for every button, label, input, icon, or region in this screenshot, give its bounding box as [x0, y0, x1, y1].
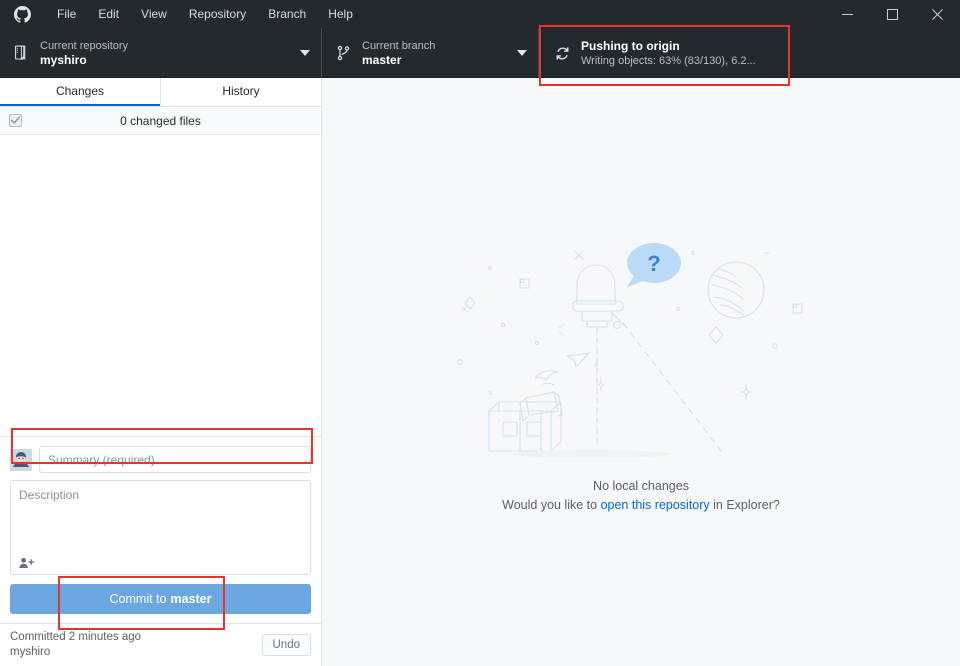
push-title: Pushing to origin: [581, 38, 680, 53]
menu-bar: File Edit View Repository Branch Help: [46, 0, 364, 28]
sidebar: Changes History 0 changed files Summary …: [0, 78, 322, 666]
committed-author: myshiro: [10, 646, 51, 658]
undo-button[interactable]: Undo: [261, 634, 311, 656]
select-all-checkbox[interactable]: [9, 114, 22, 127]
chevron-down-icon: [516, 50, 528, 56]
title-bar: File Edit View Repository Branch Help: [0, 0, 960, 28]
question-bubble: ?: [627, 242, 681, 287]
close-icon[interactable]: [915, 0, 960, 28]
menu-item-view[interactable]: View: [130, 0, 178, 28]
branch-icon: [334, 45, 352, 61]
repository-text: Current repository myshiro: [40, 39, 293, 68]
changed-file-list: [0, 135, 321, 436]
commit-to-master-button[interactable]: Commit to master: [10, 584, 311, 614]
maximize-icon[interactable]: [870, 0, 915, 28]
push-text: Pushing to origin Writing objects: 63% (…: [581, 39, 950, 68]
empty-state-title: No local changes: [593, 478, 689, 493]
menu-item-file[interactable]: File: [46, 0, 87, 28]
toolbar: Current repository myshiro Current branc…: [0, 28, 960, 78]
avatar: [10, 448, 32, 471]
last-commit-info: Committed 2 minutes ago myshiro: [10, 630, 262, 660]
tab-changes[interactable]: Changes: [0, 78, 160, 106]
tab-history[interactable]: History: [160, 78, 321, 106]
changed-files-header: 0 changed files: [0, 107, 321, 135]
minimize-icon[interactable]: [825, 0, 870, 28]
empty-subtitle-after: in Explorer?: [709, 497, 780, 512]
window-controls: [825, 0, 960, 28]
empty-state-panel: ? No local changes Would you like to ope…: [322, 78, 960, 666]
branch-label: Current branch: [362, 39, 436, 52]
menu-item-branch[interactable]: Branch: [257, 0, 317, 28]
github-octocat-icon: [8, 0, 36, 28]
branch-text: Current branch master: [362, 39, 510, 68]
branch-selector[interactable]: Current branch master: [322, 28, 539, 78]
menu-item-edit[interactable]: Edit: [87, 0, 130, 28]
commit-summary-row: [10, 446, 311, 473]
github-desktop-window: File Edit View Repository Branch Help Cu…: [0, 0, 960, 666]
commit-summary-input[interactable]: [39, 446, 311, 473]
repository-selector[interactable]: Current repository myshiro: [0, 28, 322, 78]
menu-item-repository[interactable]: Repository: [178, 0, 257, 28]
changed-files-count: 0 changed files: [120, 113, 201, 128]
committed-timestamp: Committed 2 minutes ago: [10, 631, 142, 643]
commit-form: Commit to master: [0, 436, 321, 623]
commit-button-branch: master: [170, 592, 212, 606]
telescope-empty-state-illustration: ?: [457, 242, 803, 458]
svg-text:?: ?: [647, 251, 660, 276]
sidebar-tabs: Changes History: [0, 78, 321, 107]
repository-book-icon: [12, 45, 30, 61]
commit-description-wrapper: [10, 480, 311, 575]
open-repository-link[interactable]: open this repository: [601, 498, 710, 512]
branch-name: master: [362, 52, 402, 67]
add-coauthor-icon[interactable]: [19, 557, 35, 569]
sync-spinner-icon: [553, 46, 571, 61]
commit-button-prefix: Commit to: [109, 592, 167, 606]
sidebar-footer: Committed 2 minutes ago myshiro Undo: [0, 623, 321, 666]
menu-item-help[interactable]: Help: [317, 0, 364, 28]
empty-subtitle-before: Would you like to: [502, 497, 601, 512]
repository-label: Current repository: [40, 39, 129, 52]
push-progress-button[interactable]: Pushing to origin Writing objects: 63% (…: [539, 28, 960, 78]
app-body: Changes History 0 changed files Summary …: [0, 78, 960, 666]
commit-description-input[interactable]: [11, 481, 310, 553]
empty-state-subtitle: Would you like to open this repository i…: [502, 498, 780, 512]
chevron-down-icon: [299, 50, 311, 56]
repository-name: myshiro: [40, 52, 87, 67]
push-detail: Writing objects: 63% (83/130), 6.2...: [581, 54, 756, 67]
